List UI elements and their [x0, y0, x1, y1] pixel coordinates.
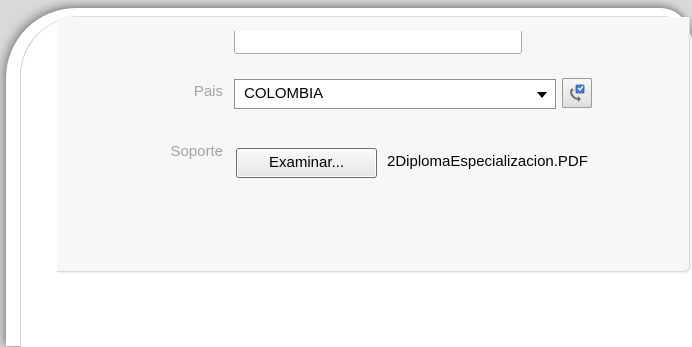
pais-label: Pais [193, 83, 223, 100]
pais-select[interactable]: COLOMBIA [234, 79, 556, 109]
chevron-down-icon[interactable] [537, 92, 547, 98]
browse-button[interactable]: Examinar... [236, 148, 377, 178]
refresh-button[interactable] [562, 78, 592, 108]
soporte-label: Soporte [170, 143, 223, 160]
selected-file-name: 2DiplomaEspecializacion.PDF [387, 153, 588, 170]
content-area: Pais COLOMBIA Soporte Examinar... 2Diplo… [20, 16, 692, 347]
refresh-icon [570, 84, 585, 102]
previous-field-input[interactable] [234, 31, 522, 54]
pais-selected-value: COLOMBIA [244, 85, 324, 102]
